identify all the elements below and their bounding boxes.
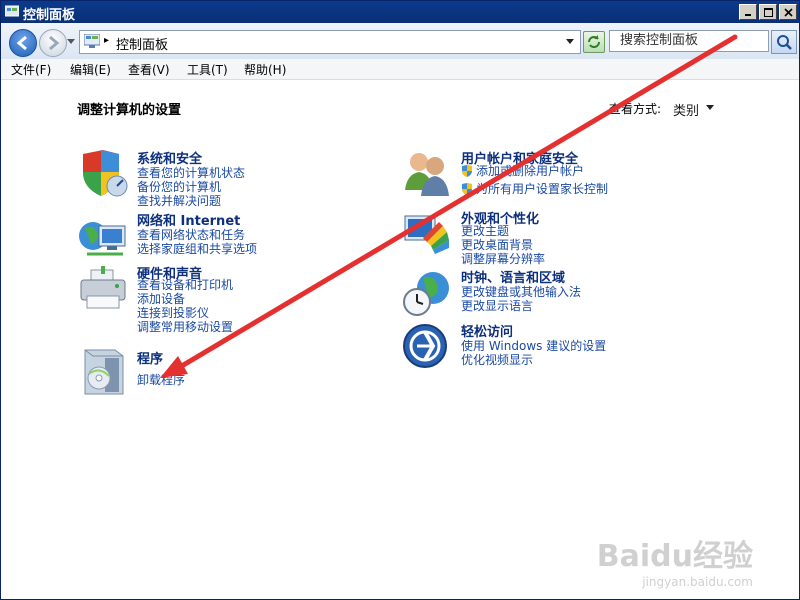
search-button[interactable] [771, 30, 797, 54]
maximize-icon [763, 7, 773, 17]
link-adjust-resolution[interactable]: 调整屏幕分辨率 [461, 250, 545, 267]
page-heading: 调整计算机的设置 [77, 103, 182, 118]
control-panel-app-icon [5, 5, 19, 17]
link-parental-controls[interactable]: 为所有用户设置家长控制 [461, 180, 608, 197]
window-title: 控制面板 [23, 8, 76, 23]
appearance-palette-icon[interactable] [403, 212, 455, 260]
search-input[interactable]: 搜索控制面板 [609, 30, 769, 52]
content-area: 调整计算机的设置 查看方式: 类别 系统和安全 查看您的计算机状态 备份您的计算… [1, 80, 799, 599]
link-add-remove-accounts-label: 添加或删除用户帐户 [476, 164, 585, 178]
close-icon [783, 7, 793, 17]
users-icon[interactable] [403, 150, 455, 198]
navigation-bar: ▸ 控制面板 搜索控制面板 [1, 23, 799, 60]
forward-arrow-icon [49, 35, 60, 51]
link-change-display-language[interactable]: 更改显示语言 [461, 297, 533, 314]
link-uninstall-program[interactable]: 卸载程序 [137, 371, 185, 388]
network-globe-icon[interactable] [79, 216, 131, 264]
control-panel-window: 控制面板 ▸ 控制面板 搜索控制面板 文件(F) 编辑(E) 查看(V) 工具(… [0, 0, 800, 600]
back-arrow-icon [16, 35, 27, 51]
watermark-brand: Baidu经验 [596, 539, 753, 574]
programs-disc-box-icon[interactable] [79, 348, 131, 396]
minimize-button[interactable] [739, 4, 757, 20]
view-by-label: 查看方式: [609, 102, 662, 116]
clock-globe-icon[interactable] [403, 270, 455, 318]
view-by-dropdown[interactable]: 类别 [673, 100, 699, 119]
back-button[interactable] [9, 29, 37, 57]
menu-tools[interactable]: 工具(T) [187, 61, 228, 78]
refresh-icon [588, 35, 600, 48]
title-bar[interactable]: 控制面板 [1, 1, 799, 23]
menu-file[interactable]: 文件(F) [11, 61, 51, 78]
view-by-chevron-icon[interactable] [706, 105, 714, 111]
maximize-button[interactable] [759, 4, 777, 20]
forward-button[interactable] [39, 29, 67, 57]
refresh-button[interactable] [583, 31, 605, 53]
link-optimize-display[interactable]: 优化视频显示 [461, 351, 533, 368]
ease-of-access-icon[interactable] [403, 324, 455, 372]
menu-edit[interactable]: 编辑(E) [70, 61, 111, 78]
control-panel-icon [84, 34, 100, 48]
close-button[interactable] [779, 4, 797, 20]
printer-icon[interactable] [79, 266, 131, 314]
watermark-url: jingyan.baidu.com [642, 575, 753, 589]
menu-bar: 文件(F) 编辑(E) 查看(V) 工具(T) 帮助(H) [1, 59, 799, 80]
link-homegroup-sharing[interactable]: 选择家庭组和共享选项 [137, 240, 257, 257]
search-icon [777, 35, 792, 50]
link-add-remove-accounts[interactable]: 添加或删除用户帐户 [461, 162, 584, 179]
menu-view[interactable]: 查看(V) [128, 61, 170, 78]
address-box[interactable]: ▸ 控制面板 [79, 30, 581, 54]
address-dropdown-icon[interactable] [566, 39, 574, 45]
link-parental-controls-label: 为所有用户设置家长控制 [476, 182, 609, 196]
menu-help[interactable]: 帮助(H) [244, 61, 286, 78]
breadcrumb-separator[interactable]: ▸ [104, 35, 109, 46]
recent-pages-chevron-icon[interactable] [67, 39, 75, 45]
minimize-icon [745, 14, 751, 16]
link-troubleshoot[interactable]: 查找并解决问题 [137, 192, 221, 209]
uac-shield-icon [462, 183, 472, 195]
security-shield-icon[interactable] [79, 150, 131, 198]
category-title-programs[interactable]: 程序 [137, 348, 163, 367]
uac-shield-icon [462, 165, 472, 177]
link-mobility-settings[interactable]: 调整常用移动设置 [137, 318, 233, 335]
breadcrumb-control-panel[interactable]: 控制面板 [116, 34, 168, 53]
